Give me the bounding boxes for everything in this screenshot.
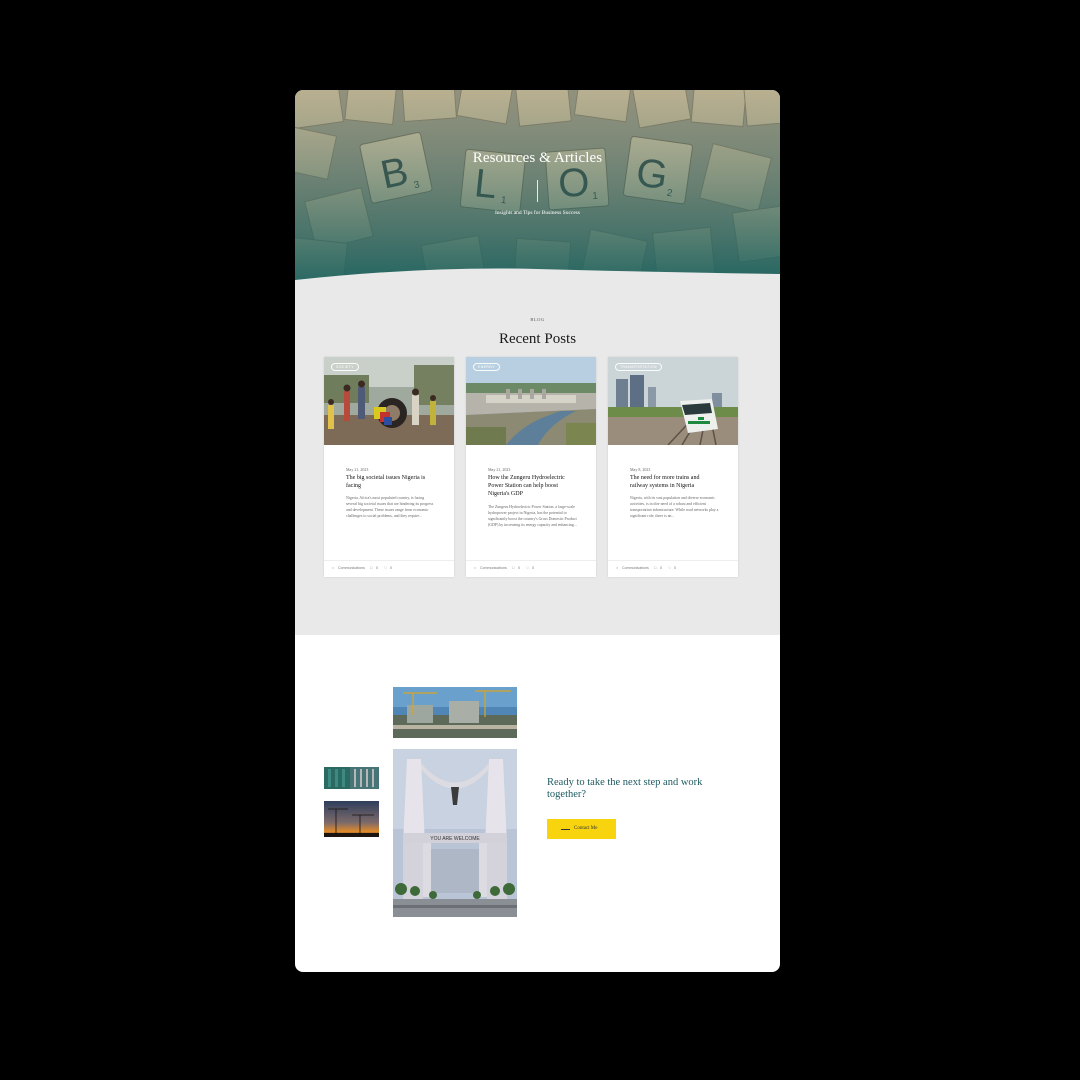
comment-icon[interactable]: □: [370, 566, 372, 570]
sunset-cranes-photo: [324, 801, 379, 837]
hero-subtitle: Insights and Tips for Business Success: [494, 210, 581, 216]
post-card[interactable]: SOCIETY May 21, 2023 The big societal is…: [324, 357, 454, 577]
hero-banner: B 3 L 1 O 1 G 2 Resources & Articles Ins…: [295, 90, 780, 290]
hero-title: Resources & Articles: [472, 150, 603, 166]
building-facade-photo: [324, 767, 379, 789]
post-excerpt: Nigeria, Africa's most populated country…: [346, 496, 434, 518]
contact-button-label: Contact Me: [574, 826, 598, 831]
like-count: 0: [390, 566, 392, 570]
post-title[interactable]: How the Zungeru Hydroelectric Power Stat…: [488, 474, 576, 498]
post-excerpt: Nigeria, with its vast population and di…: [630, 496, 719, 518]
post-meta: ○ Communications □ 0 ♡ 0: [608, 560, 738, 577]
heading-highlight: Posts: [544, 331, 577, 347]
like-count: 0: [674, 566, 676, 570]
post-image[interactable]: ENERGY: [466, 357, 596, 445]
post-image[interactable]: SOCIETY: [324, 357, 454, 445]
post-image[interactable]: TRANSPORTATION: [608, 357, 738, 445]
post-title[interactable]: The need for more trains and railway sys…: [630, 474, 718, 490]
comment-icon[interactable]: □: [512, 566, 514, 570]
like-icon[interactable]: ♡: [668, 566, 671, 570]
post-author[interactable]: Communications: [480, 566, 507, 570]
post-date: May 21, 2023: [488, 467, 511, 472]
post-meta: ○ Communications □ 0 ♡ 0: [324, 560, 454, 577]
arrow-line-icon: [561, 829, 570, 830]
comment-count: 0: [660, 566, 662, 570]
post-category-tag[interactable]: TRANSPORTATION: [615, 363, 662, 371]
heading-plain: Recent: [498, 331, 545, 347]
construction-photo: [393, 687, 517, 738]
author-icon: ○: [474, 566, 477, 570]
section-eyebrow: BLOG: [530, 317, 545, 322]
city-gate-photo: YOU ARE WELCOME: [393, 749, 517, 917]
post-meta: ○ Communications □ 0 ♡ 0: [466, 560, 596, 577]
like-icon[interactable]: ♡: [526, 566, 529, 570]
post-excerpt: The Zungeru Hydroelectric Power Station,…: [488, 505, 577, 527]
cta-heading: Ready to take the next step and work tog…: [547, 777, 703, 800]
recent-posts-section: BLOG Recent Posts SOCIETY May 21, 2023 T…: [295, 280, 780, 635]
contact-button[interactable]: Contact Me: [547, 819, 616, 839]
page-card: B 3 L 1 O 1 G 2 Resources & Articles Ins…: [295, 90, 780, 972]
post-category-tag[interactable]: SOCIETY: [331, 363, 359, 371]
comment-count: 0: [518, 566, 520, 570]
post-author[interactable]: Communications: [338, 566, 365, 570]
post-date: May 21, 2023: [346, 467, 369, 472]
comment-count: 0: [376, 566, 378, 570]
gate-sign: YOU ARE WELCOME: [430, 836, 480, 842]
comment-icon[interactable]: □: [654, 566, 656, 570]
author-icon: ○: [332, 566, 335, 570]
like-icon[interactable]: ♡: [384, 566, 387, 570]
post-category-tag[interactable]: ENERGY: [473, 363, 500, 371]
post-author[interactable]: Communications: [622, 566, 649, 570]
post-card[interactable]: ENERGY May 21, 2023 How the Zungeru Hydr…: [466, 357, 596, 577]
post-date: May 8, 2023: [630, 467, 651, 472]
post-title[interactable]: The big societal issues Nigeria is facin…: [346, 474, 434, 490]
author-icon: ○: [616, 566, 619, 570]
post-card[interactable]: TRANSPORTATION May 8, 2023 The need for …: [608, 357, 738, 577]
like-count: 0: [532, 566, 534, 570]
hero-divider: [537, 180, 538, 202]
section-heading: Recent Posts: [295, 331, 780, 348]
